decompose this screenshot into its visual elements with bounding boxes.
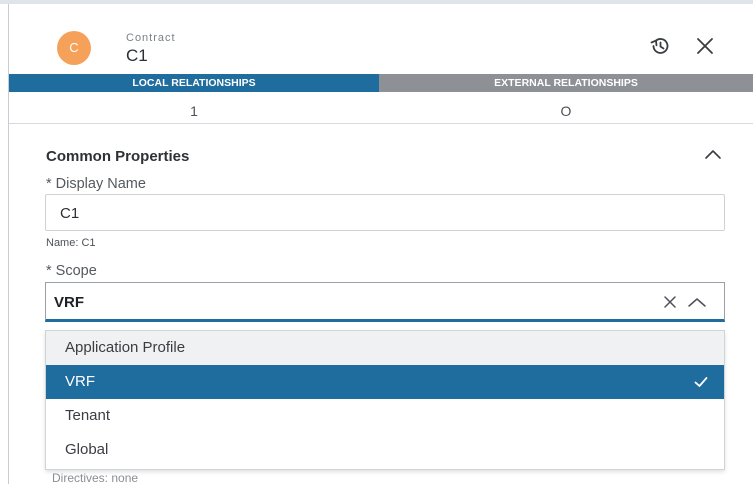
scope-value: VRF (54, 294, 84, 311)
display-name-value: C1 (60, 205, 80, 222)
scope-label: * Scope (46, 263, 97, 279)
close-icon[interactable] (693, 34, 717, 58)
name-hint: Name: C1 (46, 237, 96, 249)
tab-local-relationships[interactable]: LOCAL RELATIONSHIPS (9, 74, 379, 92)
chevron-up-icon[interactable] (686, 296, 708, 308)
option-label: Global (65, 441, 109, 458)
directives-text: Directives: none (52, 471, 139, 485)
object-type-label: Contract (126, 32, 176, 44)
scope-select[interactable]: VRF (45, 282, 725, 322)
object-name: C1 (126, 46, 148, 65)
top-border (0, 0, 753, 4)
chevron-up-icon[interactable] (703, 148, 723, 162)
option-tenant[interactable]: Tenant (46, 399, 724, 433)
divider (9, 123, 753, 124)
history-icon[interactable] (648, 34, 672, 58)
option-global[interactable]: Global (46, 433, 724, 467)
display-name-field[interactable]: C1 (45, 194, 725, 231)
option-label: Application Profile (65, 339, 186, 356)
option-application-profile[interactable]: Application Profile (46, 331, 724, 365)
check-icon (694, 377, 708, 387)
clear-icon[interactable] (662, 294, 678, 310)
option-vrf[interactable]: VRF (46, 365, 724, 399)
external-relationships-count: O (560, 103, 572, 119)
option-label: VRF (65, 373, 95, 390)
local-relationships-count: 1 (190, 103, 198, 119)
tab-external-relationships[interactable]: EXTERNAL RELATIONSHIPS (379, 74, 753, 92)
option-label: Tenant (65, 407, 111, 424)
avatar: C (57, 31, 91, 65)
scope-dropdown-menu: Application Profile VRF Tenant Global (45, 330, 725, 470)
section-title: Common Properties (46, 148, 190, 165)
display-name-label: * Display Name (46, 176, 146, 192)
